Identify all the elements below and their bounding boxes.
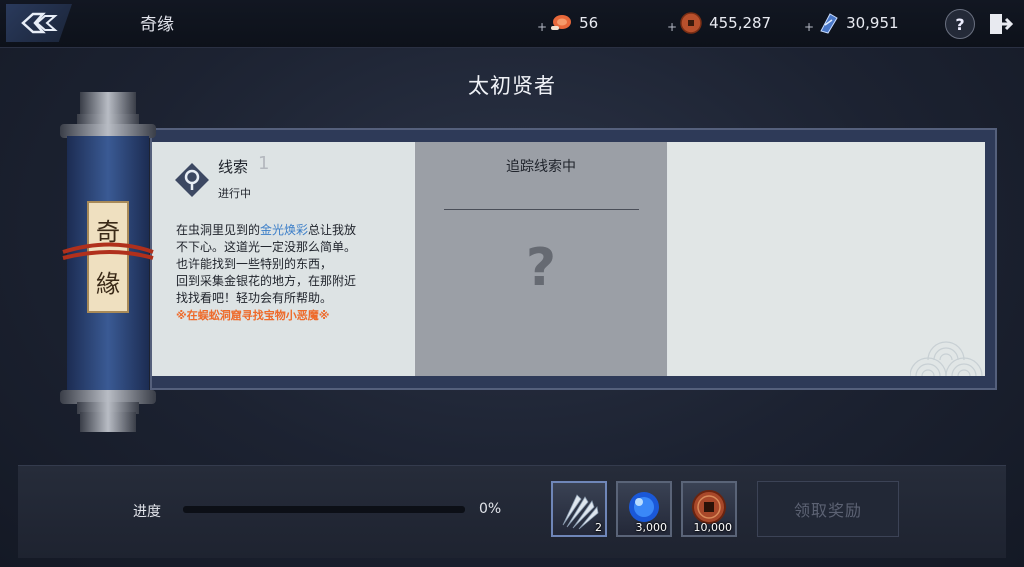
back-button[interactable] (6, 4, 72, 42)
back-arrow-icon (21, 12, 58, 34)
clue-number: 1 (258, 153, 270, 174)
plus-icon: + (537, 20, 548, 34)
progress-bar (183, 506, 465, 513)
resource-value: 30,951 (846, 14, 899, 32)
scroll-char: 奇 (96, 218, 120, 246)
plus-icon: + (804, 20, 815, 34)
resource-value: 56 (579, 14, 599, 32)
clue-status: 进行中 (218, 187, 251, 200)
clue-description: 在虫洞里见到的金光焕彩总让我放 不下心。这道光一定没那么简单。 也许能找到一些特… (176, 222, 408, 324)
top-bar: 奇缘 + 56 + 455,287 + 30,951 ? (0, 0, 1024, 48)
tracking-title: 追踪线索中 (506, 159, 576, 175)
divider (444, 209, 639, 210)
clue-line: 不下心。这道光一定没那么简单。 (176, 240, 357, 254)
reward-count: 2 (595, 521, 602, 534)
clue-hint: ※在蜈蚣洞窟寻找宝物小恶魔※ (176, 309, 330, 322)
clue-line: 在虫洞里见到的金光焕彩总让我放 (176, 223, 357, 237)
reward-slot-feather[interactable]: 2 (551, 481, 607, 537)
clue-line: 也许能找到一些特别的东西， (176, 257, 333, 271)
reward-count: 10,000 (693, 521, 733, 534)
clue-line: 找找看吧！轻功会有所帮助。 (176, 291, 333, 305)
copper-coin-icon (680, 12, 702, 34)
highlight-text: 金光焕彩 (260, 223, 309, 237)
meat-icon (551, 15, 572, 30)
resource-meat[interactable]: + 56 (537, 11, 598, 35)
reward-slot-coin[interactable]: 10,000 (681, 481, 737, 537)
clue-magnifier-icon (175, 163, 209, 197)
progress-label: 进度 (133, 504, 161, 520)
wave-pattern-icon (910, 341, 983, 376)
resource-value: 455,287 (709, 14, 772, 32)
resource-crystal[interactable]: + 30,951 (804, 11, 899, 35)
claim-reward-button[interactable]: 领取奖励 (757, 481, 899, 537)
exit-icon[interactable] (987, 11, 1013, 37)
scroll-emblem: 奇 緣 (60, 92, 156, 432)
resource-copper[interactable]: + 455,287 (667, 11, 771, 35)
top-title: 奇缘 (140, 15, 174, 35)
clue-line: 回到采集金银花的地方，在那附近 (176, 274, 357, 288)
unknown-clue-icon: ? (525, 238, 557, 298)
scroll-char: 緣 (96, 270, 120, 298)
blue-crystal-icon (820, 13, 838, 34)
reward-count: 3,000 (635, 521, 668, 534)
plus-icon: + (667, 20, 678, 34)
help-button[interactable]: ? (945, 9, 975, 39)
reward-slot-orb[interactable]: 3,000 (616, 481, 672, 537)
progress-value: 0% (479, 501, 502, 517)
clue-title: 线索 (218, 158, 249, 176)
